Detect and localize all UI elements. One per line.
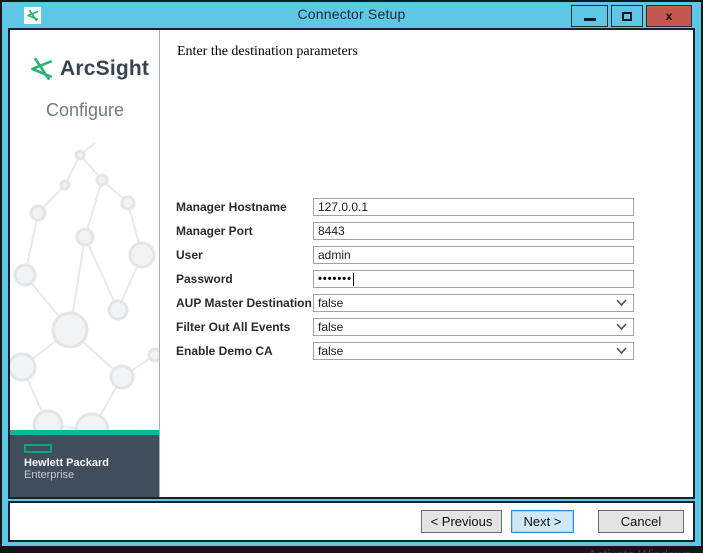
minimize-icon — [584, 18, 596, 21]
manager-hostname-input[interactable] — [313, 198, 634, 216]
form-row: AUP Master Destination false — [160, 294, 693, 312]
main-panel: Enter the destination parameters Manager… — [160, 30, 693, 497]
selected-value: false — [318, 344, 343, 358]
field-label-password: Password — [176, 272, 313, 286]
password-masked-value: ••••••• — [318, 273, 352, 285]
form-row: Enable Demo CA false — [160, 342, 693, 360]
field-label-enable-demo-ca: Enable Demo CA — [176, 344, 313, 358]
aup-master-destination-select[interactable]: false — [313, 294, 634, 312]
destination-parameters-form: Manager Hostname Manager Port User Passw… — [160, 198, 693, 366]
close-button[interactable]: x — [646, 5, 692, 27]
form-row: Manager Port — [160, 222, 693, 240]
hpe-logo-line1: Hewlett Packard — [24, 457, 159, 469]
text-cursor — [353, 273, 354, 286]
password-input[interactable]: ••••••• — [313, 270, 634, 288]
form-row: Manager Hostname — [160, 198, 693, 216]
selected-value: false — [318, 320, 343, 334]
wizard-button-bar: < Previous Next > Cancel — [8, 501, 695, 542]
arcsight-logo-icon — [28, 56, 54, 82]
field-label-filter-out-all-events: Filter Out All Events — [176, 320, 313, 334]
form-row: User — [160, 246, 693, 264]
desktop-background: Activate Windows — [0, 546, 703, 553]
chevron-down-icon — [616, 299, 627, 307]
chevron-down-icon — [616, 323, 627, 331]
network-pattern-decoration — [10, 125, 160, 435]
field-label-aup-master-destination: AUP Master Destination — [176, 296, 313, 310]
wizard-content: ArcSight Configure Hewlett Packard Enter… — [8, 28, 695, 499]
brand-name: ArcSight — [60, 57, 149, 81]
window-controls: x — [568, 5, 692, 27]
field-label-manager-hostname: Manager Hostname — [176, 200, 313, 214]
field-label-manager-port: Manager Port — [176, 224, 313, 238]
maximize-icon — [622, 12, 632, 21]
hpe-logo-mark — [24, 444, 52, 453]
arcsight-brand: ArcSight — [28, 56, 149, 82]
hpe-logo-block: Hewlett Packard Enterprise — [10, 435, 159, 497]
next-button[interactable]: Next > — [511, 510, 574, 533]
maximize-button[interactable] — [611, 5, 643, 27]
hpe-logo-line2: Enterprise — [24, 469, 159, 481]
user-input[interactable] — [313, 246, 634, 264]
connector-setup-window: Connector Setup x — [2, 2, 701, 546]
manager-port-input[interactable] — [313, 222, 634, 240]
cancel-button[interactable]: Cancel — [598, 510, 684, 533]
enable-demo-ca-select[interactable]: false — [313, 342, 634, 360]
selected-value: false — [318, 296, 343, 310]
sidebar-step-label: Configure — [46, 100, 124, 121]
minimize-button[interactable] — [571, 5, 608, 27]
chevron-down-icon — [616, 347, 627, 355]
activate-windows-watermark: Activate Windows — [588, 547, 691, 553]
page-title: Enter the destination parameters — [177, 44, 358, 60]
previous-button[interactable]: < Previous — [421, 510, 502, 533]
form-row: Password ••••••• — [160, 270, 693, 288]
filter-out-all-events-select[interactable]: false — [313, 318, 634, 336]
form-row: Filter Out All Events false — [160, 318, 693, 336]
title-bar[interactable]: Connector Setup x — [2, 2, 701, 28]
field-label-user: User — [176, 248, 313, 262]
sidebar: ArcSight Configure Hewlett Packard Enter… — [10, 30, 160, 497]
